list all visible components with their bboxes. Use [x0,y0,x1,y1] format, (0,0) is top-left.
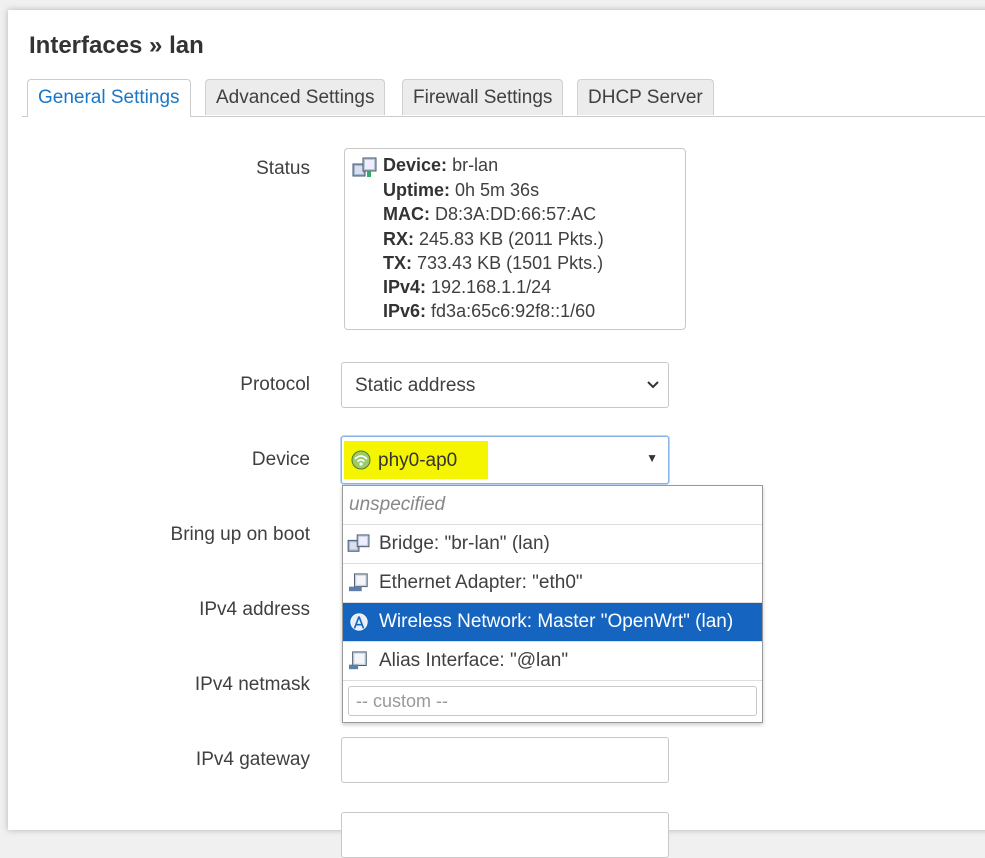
option-alias[interactable]: Alias Interface: "@lan" [343,642,762,681]
protocol-select[interactable]: Static address [341,362,669,408]
tab-dhcp-server[interactable]: DHCP Server [577,79,714,115]
protocol-label: Protocol [240,374,310,395]
next-field-input[interactable] [341,812,669,858]
status-tx: TX: 733.43 KB (1501 Pkts.) [383,253,604,273]
ipv4-gateway-input[interactable] [341,737,669,783]
page-title: Interfaces » lan [29,32,204,59]
status-uptime: Uptime: 0h 5m 36s [383,180,540,200]
bridge-icon [352,157,377,177]
tab-advanced-settings[interactable]: Advanced Settings [205,79,386,115]
boot-label: Bring up on boot [170,524,310,545]
device-label: Device [251,449,310,470]
status-rx: RX: 245.83 KB (2011 Pkts.) [383,229,604,249]
status-device: Device: br-lan [383,155,499,175]
interface-modal: Interfaces » lan General Settings Advanc… [8,10,985,858]
bridge-icon [347,534,370,552]
status-box: Device: br-lan Uptime: 0h 5m 36s MAC: D8… [344,148,686,330]
wifi-icon [350,613,368,631]
caret-down-icon: ▼ [646,451,658,465]
device-dropdown: unspecified Bridge: "br-lan" (lan) Ether… [342,485,763,723]
tab-firewall-settings[interactable]: Firewall Settings [402,79,564,115]
ipv4-netmask-label: IPv4 netmask [194,674,310,695]
status-mac: MAC: D8:3A:DD:66:57:AC [383,204,597,224]
device-select[interactable]: phy0-ap0 ▼ [341,436,669,484]
tab-general-settings[interactable]: General Settings [27,79,191,117]
option-bridge[interactable]: Bridge: "br-lan" (lan) [343,525,762,564]
chevron-down-icon [647,381,659,389]
option-wireless[interactable]: Wireless Network: Master "OpenWrt" (lan) [343,603,762,642]
ethernet-icon [349,573,368,592]
protocol-value: Static address [355,375,476,396]
tab-bar: General Settings Advanced Settings Firew… [22,79,985,117]
alias-icon [349,651,367,670]
custom-input[interactable]: -- custom -- [348,686,757,716]
device-value: phy0-ap0 [378,450,458,471]
status-ipv4: IPv4: 192.168.1.1/24 [383,277,552,297]
option-unspecified[interactable]: unspecified [343,486,762,525]
ipv4-gateway-label: IPv4 gateway [195,749,310,770]
option-ethernet[interactable]: Ethernet Adapter: "eth0" [343,564,762,603]
status-label: Status [256,158,310,179]
status-ipv6: IPv6: fd3a:65c6:92f8::1/60 [383,301,596,321]
ipv4-address-label: IPv4 address [199,599,310,620]
wifi-icon [351,450,371,470]
